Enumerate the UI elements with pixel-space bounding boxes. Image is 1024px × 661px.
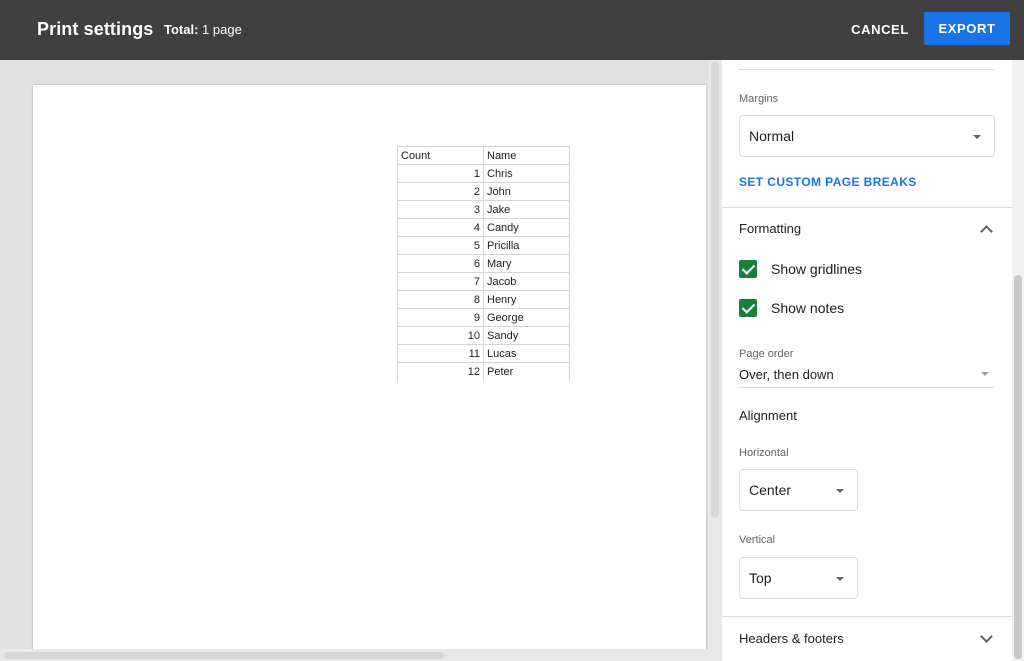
margins-value: Normal — [749, 128, 795, 144]
column-header-name: Name — [483, 146, 570, 165]
count-cell: 10 — [397, 326, 484, 345]
panel-scrollbar[interactable] — [1012, 60, 1024, 661]
chevron-up-icon[interactable] — [980, 225, 993, 238]
name-cell: Jacob — [483, 272, 570, 291]
name-cell: Sandy — [483, 326, 570, 345]
top-bar: Print settings Total: 1 page CANCEL EXPO… — [0, 0, 1024, 60]
name-cell: Henry — [483, 290, 570, 309]
total-label: Total: — [164, 22, 199, 37]
caret-down-icon — [973, 135, 981, 139]
count-cell: 11 — [397, 344, 484, 363]
table-row: 10 Sandy — [397, 326, 570, 345]
checkmark-icon[interactable] — [739, 260, 757, 278]
name-cell: Candy — [483, 218, 570, 237]
preview-vertical-scrollbar[interactable] — [708, 60, 722, 661]
table-row: 3 Jake — [397, 200, 570, 219]
name-cell: John — [483, 182, 570, 201]
count-cell: 7 — [397, 272, 484, 291]
name-cell: Pricilla — [483, 236, 570, 255]
show-gridlines-label: Show gridlines — [771, 261, 863, 277]
margins-label: Margins — [739, 93, 779, 105]
page-title: Print settings — [37, 19, 154, 39]
page-order-label: Page order — [739, 348, 794, 360]
page-total: Total: 1 page — [164, 22, 242, 37]
name-cell: Lucas — [483, 344, 570, 363]
export-button[interactable]: EXPORT — [924, 12, 1010, 45]
show-notes-label: Show notes — [771, 300, 845, 316]
section-divider — [722, 207, 1012, 208]
page-order-value: Over, then down — [739, 367, 834, 382]
total-value: 1 page — [202, 22, 242, 37]
panel-scroll-thumb[interactable] — [1014, 275, 1022, 659]
section-divider — [722, 616, 1012, 617]
count-cell: 4 — [397, 218, 484, 237]
count-cell: 2 — [397, 182, 484, 201]
name-cell: Mary — [483, 254, 570, 273]
caret-down-icon — [836, 489, 844, 493]
table-row: 1 Chris — [397, 164, 570, 183]
count-cell: 9 — [397, 308, 484, 327]
name-cell: Peter — [483, 362, 570, 381]
checkmark-icon[interactable] — [739, 299, 757, 317]
table-header-row: Count Name — [397, 146, 570, 165]
column-header-count: Count — [397, 146, 484, 165]
formatting-section-title[interactable]: Formatting — [739, 221, 801, 236]
vertical-label: Vertical — [739, 534, 776, 546]
table-row: 2 John — [397, 182, 570, 201]
margins-select[interactable]: Normal — [739, 115, 995, 157]
preview-table: Count Name 1 Chris 2 John 3 Jake 4 Candy 5 Pricil… — [397, 146, 570, 381]
vertical-value: Top — [749, 570, 772, 586]
preview-vertical-scroll-thumb[interactable] — [711, 62, 719, 518]
caret-down-icon — [836, 577, 844, 581]
table-row: 6 Mary — [397, 254, 570, 273]
vertical-alignment-select[interactable]: Top — [739, 557, 858, 599]
horizontal-label: Horizontal — [739, 447, 789, 459]
horizontal-alignment-select[interactable]: Center — [739, 469, 858, 511]
print-preview: Count Name 1 Chris 2 John 3 Jake 4 Candy 5 Pricil… — [0, 60, 722, 661]
table-row: 7 Jacob — [397, 272, 570, 291]
page-order-select[interactable]: Over, then down — [739, 366, 995, 388]
name-cell: Chris — [483, 164, 570, 183]
settings-panel: Margins Normal SET CUSTOM PAGE BREAKS Fo… — [722, 60, 1024, 661]
alignment-title: Alignment — [739, 408, 797, 423]
count-cell: 3 — [397, 200, 484, 219]
preview-horizontal-scroll-thumb[interactable] — [4, 652, 444, 659]
preview-page: Count Name 1 Chris 2 John 3 Jake 4 Candy 5 Pricil… — [33, 85, 706, 655]
preview-horizontal-scrollbar[interactable] — [0, 649, 708, 661]
table-body: 1 Chris 2 John 3 Jake 4 Candy 5 Pricilla 6 Mary 7 Jac… — [397, 164, 570, 381]
headers-footers-section-title[interactable]: Headers & footers — [739, 631, 844, 646]
table-row: 9 George — [397, 308, 570, 327]
table-row: 8 Henry — [397, 290, 570, 309]
table-row: 4 Candy — [397, 218, 570, 237]
table-row: 11 Lucas — [397, 344, 570, 363]
table-row: 12 Peter — [397, 362, 570, 381]
horizontal-value: Center — [749, 482, 792, 498]
set-custom-page-breaks-link[interactable]: SET CUSTOM PAGE BREAKS — [739, 175, 917, 189]
cancel-button[interactable]: CANCEL — [844, 13, 916, 45]
count-cell: 8 — [397, 290, 484, 309]
count-cell: 5 — [397, 236, 484, 255]
caret-down-icon — [981, 372, 989, 376]
count-cell: 1 — [397, 164, 484, 183]
name-cell: George — [483, 308, 570, 327]
count-cell: 6 — [397, 254, 484, 273]
panel-top-divider — [738, 69, 995, 70]
chevron-down-icon[interactable] — [980, 630, 993, 643]
name-cell: Jake — [483, 200, 570, 219]
table-row: 5 Pricilla — [397, 236, 570, 255]
count-cell: 12 — [397, 362, 484, 381]
